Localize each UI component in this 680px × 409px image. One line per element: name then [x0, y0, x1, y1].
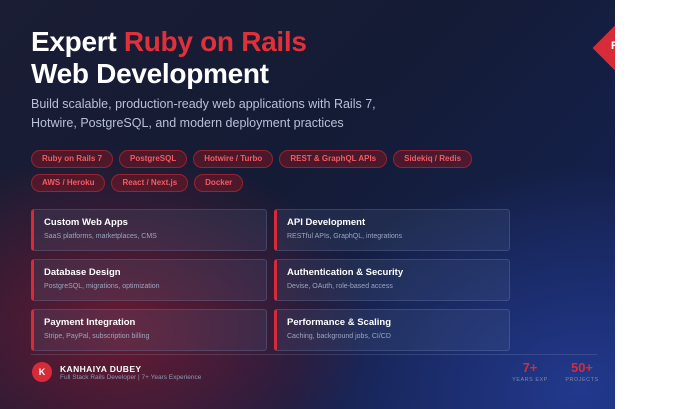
service-card: Performance & Scaling Caching, backgroun… — [274, 309, 510, 351]
service-card: API Development RESTful APIs, GraphQL, i… — [274, 209, 510, 251]
title-line-1: Expert Ruby on Rails — [31, 26, 307, 58]
service-card-title: Performance & Scaling — [287, 317, 392, 328]
title-accent: Ruby on Rails — [123, 26, 307, 57]
service-card-title: Payment Integration — [44, 317, 136, 328]
tech-tags: Ruby on Rails 7 PostgreSQL Hotwire / Tur… — [31, 150, 491, 192]
tag: Ruby on Rails 7 — [31, 150, 114, 168]
tag: Hotwire / Turbo — [193, 150, 274, 168]
tag: REST & GraphQL APIs — [279, 150, 388, 168]
subtitle: Build scalable, production-ready web app… — [31, 97, 376, 130]
service-card-desc: Devise, OAuth, role-based access — [287, 283, 393, 290]
tag: Sidekiq / Redis — [393, 150, 473, 168]
stat-value: 7+ — [522, 360, 538, 375]
tag: PostgreSQL — [119, 150, 188, 168]
hero-banner: R Expert Ruby on Rails Web Development B… — [0, 0, 615, 409]
stat-value: 50+ — [570, 360, 594, 375]
service-card: Database Design PostgreSQL, migrations, … — [31, 259, 267, 301]
stat-label: YEARS EXP — [512, 377, 548, 383]
tag: React / Next.js — [111, 174, 189, 192]
service-card-title: API Development — [287, 217, 366, 228]
service-card: Authentication & Security Devise, OAuth,… — [274, 259, 510, 301]
service-card-desc: PostgreSQL, migrations, optimization — [44, 283, 160, 290]
stat-years-experience: 7+ YEARS EXP — [510, 360, 550, 384]
page-title: Expert Ruby on Rails Web Development — [31, 26, 307, 90]
author-role: Full Stack Rails Developer | 7+ Years Ex… — [60, 374, 202, 381]
footer-divider — [31, 354, 597, 355]
stat-projects: 50+ PROJECTS — [561, 360, 603, 384]
title-prefix: Expert — [31, 26, 124, 57]
avatar: K — [32, 362, 52, 382]
service-card-title: Custom Web Apps — [44, 217, 128, 228]
page-background — [615, 0, 680, 409]
service-card-desc: Caching, background jobs, CI/CD — [287, 333, 391, 340]
tag: Docker — [194, 174, 244, 192]
service-cards: Custom Web Apps SaaS platforms, marketpl… — [31, 209, 511, 351]
stat-label: PROJECTS — [565, 377, 599, 383]
service-card-desc: RESTful APIs, GraphQL, integrations — [287, 233, 403, 240]
service-card-desc: SaaS platforms, marketplaces, CMS — [44, 233, 157, 240]
service-card: Payment Integration Stripe, PayPal, subs… — [31, 309, 267, 351]
service-card-title: Authentication & Security — [287, 267, 404, 278]
title-line-2: Web Development — [31, 58, 269, 89]
author-name: KANHAIYA DUBEY — [60, 364, 142, 374]
service-card: Custom Web Apps SaaS platforms, marketpl… — [31, 209, 267, 251]
service-card-title: Database Design — [44, 267, 121, 278]
service-card-desc: Stripe, PayPal, subscription billing — [44, 333, 150, 340]
tag: AWS / Heroku — [31, 174, 106, 192]
